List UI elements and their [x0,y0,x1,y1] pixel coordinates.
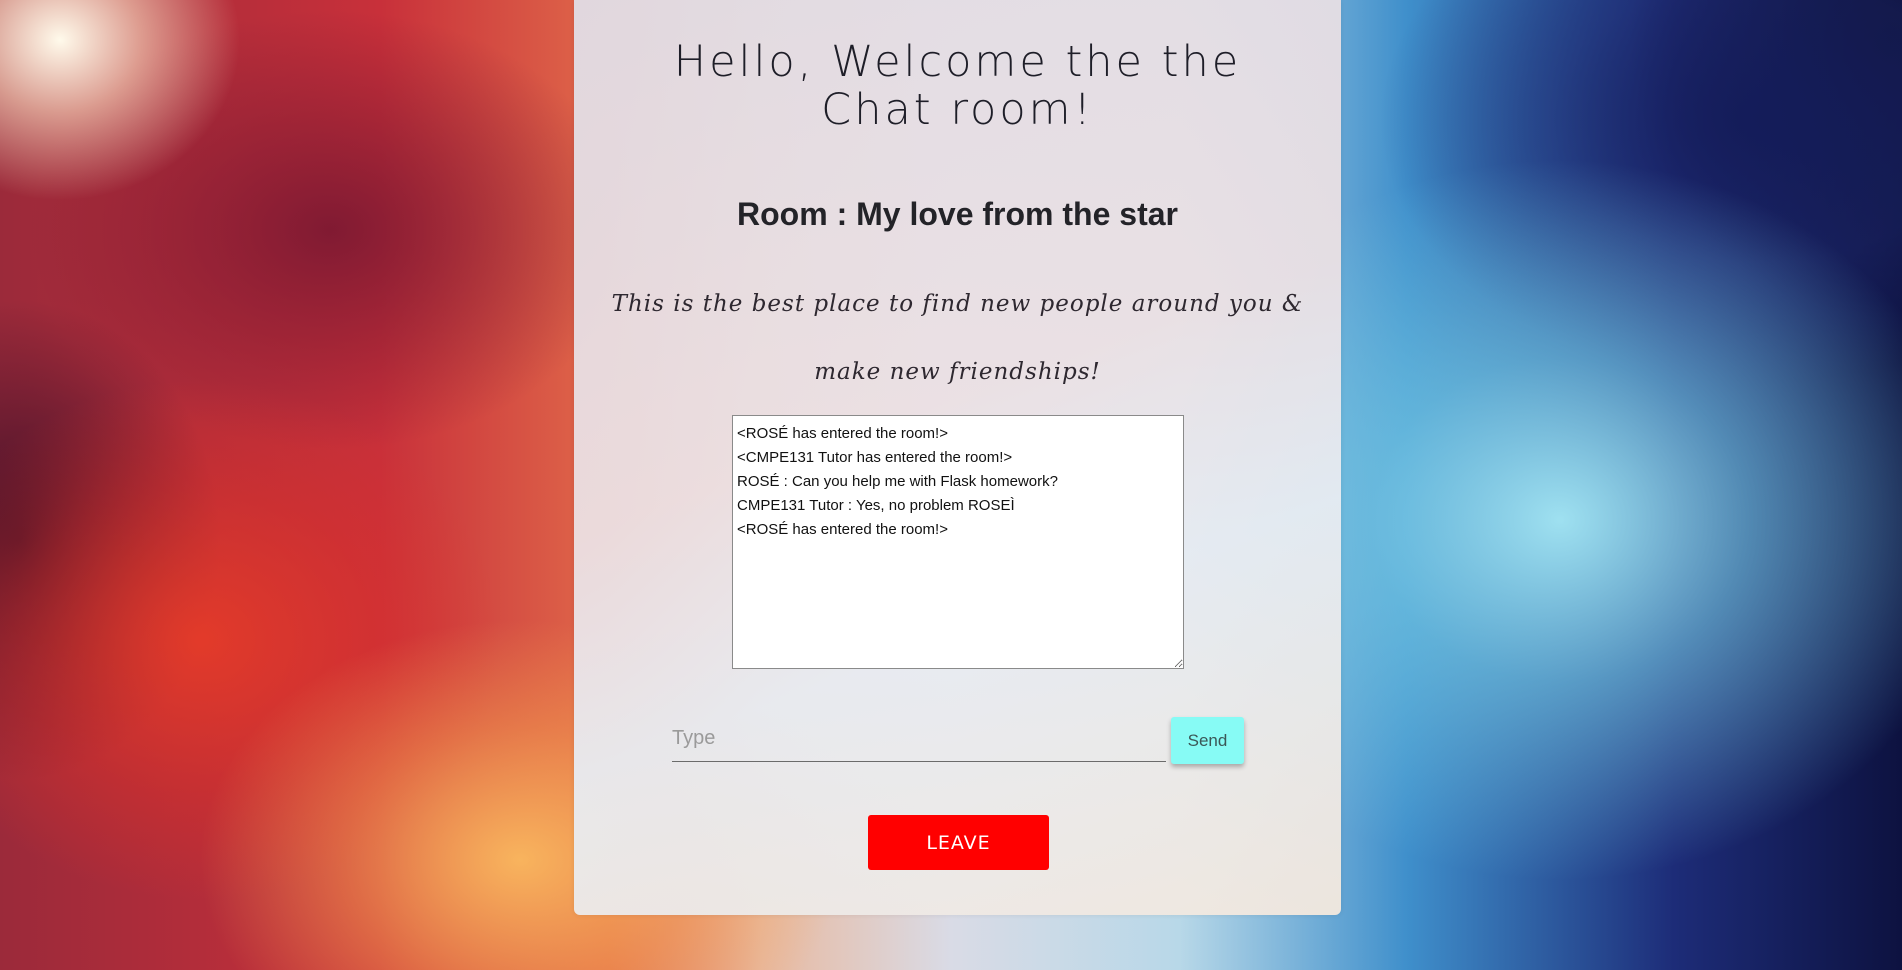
room-name: Room : My love from the star [737,196,1178,232]
chat-room-card: Hello, Welcome the the Chat room! Room :… [574,0,1341,915]
send-button[interactable]: Send [1171,717,1244,764]
tagline: This is the best place to find new peopl… [611,291,1304,385]
message-input[interactable] [672,715,1166,762]
leave-button[interactable]: LEAVE [868,815,1049,870]
chat-log[interactable] [732,415,1184,669]
page-title: Hello, Welcome the the Chat room! [673,37,1242,135]
